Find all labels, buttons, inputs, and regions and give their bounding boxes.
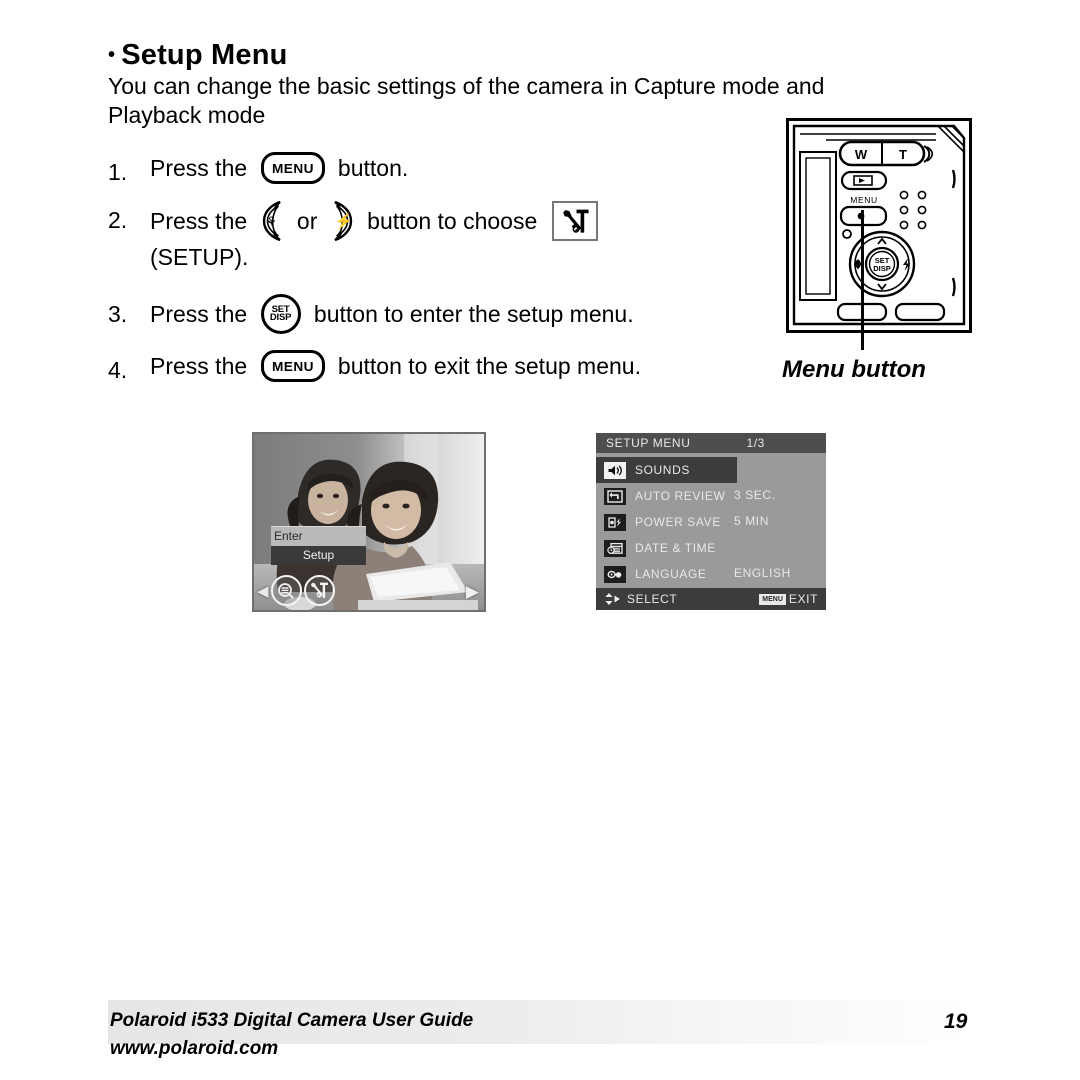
osd-footer-exit-label: EXIT <box>788 592 818 606</box>
macro-flower-icon: ⚘ <box>260 200 285 242</box>
osd-row-wrap: POWER SAVE 5 MIN <box>596 509 826 535</box>
step-4-text-before: Press the <box>150 353 254 379</box>
camera-back-illustration: W T MENU SET DISP <box>786 118 972 333</box>
intro-line-1: You can change the basic settings of the… <box>108 73 825 99</box>
step-1: 1. Press the MENU button. <box>108 152 768 185</box>
osd-value-power-save: 5 MIN <box>734 514 770 528</box>
svg-text:T: T <box>899 147 907 162</box>
svg-text:DISP: DISP <box>873 264 891 273</box>
step-2-text-after: button to choose <box>360 208 544 234</box>
popup-enter-label: Enter <box>271 526 366 546</box>
osd-page-indicator: 1/3 <box>746 436 765 450</box>
osd-row-auto-review[interactable]: AUTO REVIEW <box>596 483 826 509</box>
osd-footer-bar: SELECT MENU EXIT <box>596 588 826 610</box>
step-1-number: 1. <box>108 159 128 185</box>
language-icon <box>604 565 626 583</box>
footer-line-1: Polaroid i533 Digital Camera User Guide <box>110 1010 474 1031</box>
svg-text:MENU: MENU <box>850 195 877 205</box>
page-title: • Setup Menu <box>108 39 288 72</box>
step-3: 3. Press the SET DISP button to enter th… <box>108 294 768 334</box>
menu-button-glyph: MENU <box>260 152 325 184</box>
setup-wrench-hammer-circle-icon[interactable] <box>303 575 335 606</box>
enter-setup-popup: Enter Setup <box>271 526 366 565</box>
step-3-text-before: Press the <box>150 301 254 327</box>
speaker-icon <box>604 461 626 479</box>
osd-value-language: ENGLISH <box>734 566 791 580</box>
footer-line-2: www.polaroid.com <box>110 1038 279 1059</box>
step-2-text-line2: (SETUP). <box>150 244 249 270</box>
osd-title-bar: SETUP MENU 1/3 <box>596 433 826 453</box>
playback-button <box>840 170 888 191</box>
setup-menu-osd: SETUP MENU 1/3 SOUNDS AUTO REVIEW 3 SEC.… <box>596 433 826 610</box>
updown-right-arrows-icon <box>604 592 621 606</box>
step-4-text-after: button to exit the setup menu. <box>331 353 641 379</box>
step-4-number: 4. <box>108 357 128 383</box>
menu-button-glyph: MENU <box>260 350 325 382</box>
osd-row-wrap: DATE & TIME <box>596 535 826 561</box>
step-1-text-before: Press the <box>150 155 254 181</box>
step-2-text-before: Press the <box>150 208 254 234</box>
lcd-overlay-icons: ◀ <box>257 575 335 606</box>
osd-row-date-time[interactable]: DATE & TIME <box>596 535 826 561</box>
osd-rows: SOUNDS AUTO REVIEW 3 SEC. POWER SAVE 5 M… <box>596 453 826 587</box>
svg-text:W: W <box>855 147 868 162</box>
manual-page: • Setup Menu You can change the basic set… <box>0 0 1080 1080</box>
osd-label-sounds: SOUNDS <box>635 463 690 477</box>
osd-row-wrap: AUTO REVIEW 3 SEC. <box>596 483 826 509</box>
macro-flower-glyph: ⚘ <box>265 213 277 229</box>
osd-row-wrap: LANGUAGE ENGLISH <box>596 561 826 587</box>
osd-row-power-save[interactable]: POWER SAVE <box>596 509 826 535</box>
menu-button-glyph-label: MENU <box>271 358 314 374</box>
calendar-clock-icon <box>604 539 626 557</box>
menu-button-glyph-label: MENU <box>271 160 314 176</box>
menu-button-callout-line <box>861 210 864 350</box>
right-triangle-icon[interactable]: ▶ <box>466 582 479 602</box>
osd-row-wrap: SOUNDS <box>596 457 826 483</box>
menu-list-circle-icon[interactable] <box>270 575 302 606</box>
osd-row-language[interactable]: LANGUAGE <box>596 561 826 587</box>
step-2-number: 2. <box>108 207 128 233</box>
step-3-text-after: button to enter the setup menu. <box>307 301 634 327</box>
return-arrow-icon <box>604 487 626 505</box>
footer-text: Polaroid i533 Digital Camera User Guide … <box>110 1007 473 1063</box>
set-disp-button-glyph: SET DISP <box>260 294 301 334</box>
step-4: 4. Press the MENU button to exit the set… <box>108 350 768 383</box>
osd-label-date-time: DATE & TIME <box>635 541 716 555</box>
osd-value-auto-review: 3 SEC. <box>734 488 776 502</box>
lcd-photo-preview: Enter Setup ◀ ▶ <box>252 432 486 612</box>
osd-label-auto-review: AUTO REVIEW <box>635 489 726 503</box>
step-2-text-middle: or <box>290 208 324 234</box>
page-title-text: Setup Menu <box>121 39 288 71</box>
menu-badge-icon: MENU <box>759 593 786 605</box>
step-1-text-after: button. <box>331 155 409 181</box>
power-save-icon <box>604 513 626 531</box>
osd-label-power-save: POWER SAVE <box>635 515 721 529</box>
osd-title-text: SETUP MENU <box>606 436 691 450</box>
setup-wrench-hammer-icon <box>551 201 598 241</box>
bullet-icon: • <box>108 44 116 66</box>
step-2: 2. Press the ⚘ or ⚡ button to choose (SE… <box>108 200 768 272</box>
osd-footer-select-label: SELECT <box>627 592 678 606</box>
steps-list: 1. Press the MENU button. 2. Press the ⚘… <box>108 152 768 398</box>
osd-label-language: LANGUAGE <box>635 567 707 581</box>
popup-setup-label: Setup <box>271 546 366 565</box>
zoom-rocker: W T <box>838 140 934 167</box>
four-way-nav-pad: SET DISP <box>848 230 916 298</box>
menu-button-caption: Menu button <box>782 356 926 383</box>
flash-icon: ⚡ <box>330 200 355 242</box>
osd-row-sounds[interactable]: SOUNDS <box>596 457 737 483</box>
step-3-number: 3. <box>108 301 128 327</box>
set-disp-glyph-bottom: DISP <box>269 312 292 323</box>
left-triangle-icon[interactable]: ◀ <box>257 582 269 600</box>
flash-glyph: ⚡ <box>334 212 354 230</box>
page-number: 19 <box>944 1010 968 1033</box>
